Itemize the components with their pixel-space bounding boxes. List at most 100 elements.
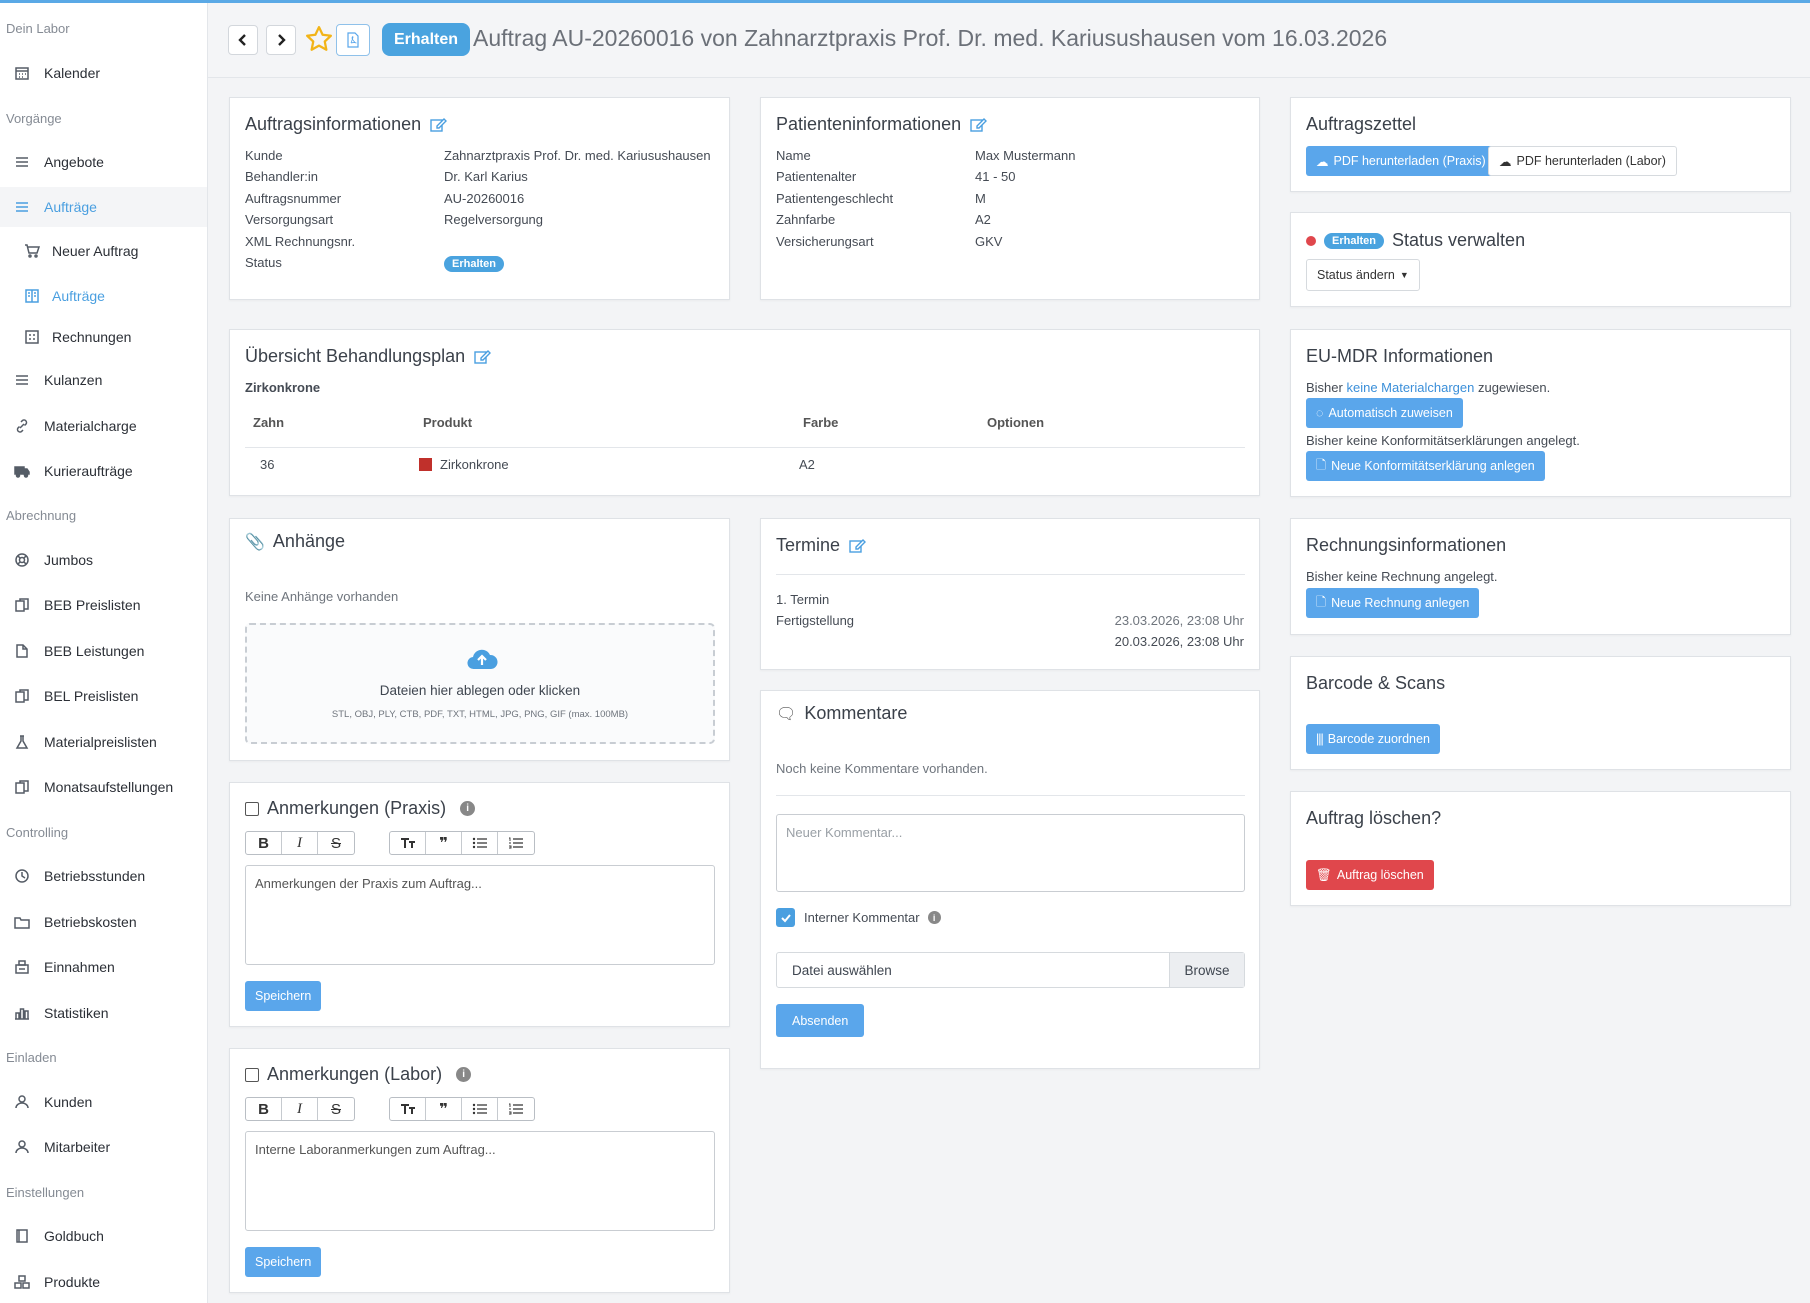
auto-assign-button[interactable]: ◌ Automatisch zuweisen [1306,398,1463,428]
new-rechnung-label: Neue Rechnung anlegen [1331,596,1470,610]
sidebar-item-auftraege[interactable]: Aufträge [0,187,207,227]
barcode-assign-button[interactable]: ||| Barcode zuordnen [1306,724,1440,754]
pdf-button[interactable] [336,24,370,56]
quote-button[interactable]: ❞ [426,1098,462,1120]
book-icon [22,286,42,306]
format-group: B I S [245,1097,355,1121]
sidebar-item-rechnungen[interactable]: Rechnungen [0,317,207,357]
absenden-button[interactable]: Absenden [776,1004,865,1037]
edit-icon[interactable] [969,116,988,134]
intern-checkbox[interactable] [776,908,795,927]
italic-button[interactable]: I [282,1098,318,1120]
bold-button[interactable]: B [246,1098,282,1120]
edit-icon[interactable] [429,116,448,134]
sidebar-item-einnahmen[interactable]: Einnahmen [0,947,207,987]
sidebar-item-materialcharge[interactable]: Materialcharge [0,406,207,446]
sidebar-item-produkte[interactable]: Produkte [0,1262,207,1302]
comment-icon: 🗨 [776,705,797,723]
strike-button[interactable]: S [318,1098,354,1120]
section-einstellungen: Einstellungen [6,1185,85,1200]
sidebar-item-label: Monatsaufstellungen [44,779,174,795]
sidebar-item-kulanzen[interactable]: Kulanzen [0,360,207,400]
sidebar-item-mitarbeiter[interactable]: Mitarbeiter [0,1127,207,1167]
sidebar-item-betriebsstunden[interactable]: Betriebsstunden [0,856,207,896]
next-button[interactable] [266,25,296,55]
anm-labor-input[interactable]: Interne Laboranmerkungen zum Auftrag... [245,1131,715,1231]
sidebar-item-materialpreislisten[interactable]: Materialpreislisten [0,722,207,762]
copy-icon [12,777,32,797]
edit-icon[interactable] [848,537,867,555]
info-icon[interactable]: i [460,801,476,816]
strike-button[interactable]: S [318,832,354,854]
sidebar-item-label: Kunden [44,1094,93,1110]
label-kunde: Kunde [245,148,283,163]
chevron-right-icon [278,34,286,46]
sidebar-item-angebote[interactable]: Angebote [0,142,207,182]
sidebar-item-monatsaufstellungen[interactable]: Monatsaufstellungen [0,767,207,807]
section-abrechnung: Abrechnung [6,508,77,523]
sidebar-item-kalender[interactable]: Kalender [0,53,207,93]
save-labor-button[interactable]: Speichern [245,1247,322,1277]
file-icon [12,641,32,661]
delete-auftrag-button[interactable]: 🗑 Auftrag löschen [1306,860,1434,890]
kommentar-input[interactable]: Neuer Kommentar... [776,814,1245,892]
sidebar-item-kurierauftraege[interactable]: Kurieraufträge [0,451,207,491]
sidebar-item-beb-leistungen[interactable]: BEB Leistungen [0,631,207,671]
sidebar-item-betriebskosten[interactable]: Betriebskosten [0,902,207,942]
col-optionen: Optionen [987,415,1045,430]
anm-praxis-input[interactable]: Anmerkungen der Praxis zum Auftrag... [245,865,715,965]
section-einladen: Einladen [6,1050,57,1065]
barcode-assign-label: Barcode zuordnen [1327,732,1430,746]
eumdr-konformitaet-text: Bisher keine Konformitätserklärungen ang… [1306,433,1580,448]
sidebar-item-label: Statistiken [44,1005,109,1021]
numbered-list-button[interactable] [498,1098,534,1120]
bold-button[interactable]: B [246,832,282,854]
sidebar-item-label: Einnahmen [44,959,115,975]
bullet-list-button[interactable] [462,832,498,854]
sidebar-item-statistiken[interactable]: Statistiken [0,993,207,1033]
pdf-labor-button[interactable]: ☁ PDF herunterladen (Labor) [1488,146,1677,176]
info-icon[interactable]: i [456,1067,472,1082]
file-picker[interactable]: Datei auswählen Browse [776,952,1245,988]
col-zahn: Zahn [253,415,285,430]
star-icon[interactable] [304,24,334,54]
sidebar-item-goldbuch[interactable]: Goldbuch [0,1216,207,1256]
cell-farbe: A2 [799,457,815,472]
italic-button[interactable]: I [282,832,318,854]
block-group: ❞ [389,831,535,855]
sidebar-item-bel-preislisten[interactable]: BEL Preislisten [0,676,207,716]
delete-auftrag-label: Auftrag löschen [1336,868,1424,882]
sidebar-item-beb-preislisten[interactable]: BEB Preislisten [0,585,207,625]
heading-button[interactable] [390,1098,426,1120]
value-zahnfarbe: A2 [975,212,991,227]
new-konformitaet-button[interactable]: 🗋 Neue Konformitätserklärung anlegen [1306,451,1545,481]
termin-date-1: 23.03.2026, 23:08 Uhr [1114,613,1244,628]
save-praxis-button[interactable]: Speichern [245,981,322,1011]
dropzone[interactable]: Dateien hier ablegen oder klicken STL, O… [245,623,715,744]
sidebar-item-kunden[interactable]: Kunden [0,1082,207,1122]
sidebar-item-auftraege-sub[interactable]: Aufträge [0,276,207,316]
materialchargen-link[interactable]: keine Materialchargen [1346,380,1474,395]
browse-button[interactable]: Browse [1169,953,1244,987]
edit-icon[interactable] [473,348,492,366]
value-name: Max Mustermann [975,148,1076,163]
info-icon[interactable]: i [927,911,941,924]
sidebar-item-neuer-auftrag[interactable]: Neuer Auftrag [0,231,207,271]
sidebar-item-jumbos[interactable]: Jumbos [0,540,207,580]
pdf-praxis-button[interactable]: ☁ PDF herunterladen (Praxis) [1306,146,1496,176]
heading-button[interactable] [390,832,426,854]
quote-button[interactable]: ❞ [426,832,462,854]
bullet-list-button[interactable] [462,1098,498,1120]
auftragszettel-title: Auftragszettel [1306,114,1417,134]
card-title: Anmerkungen (Praxis) i [245,798,476,819]
termin-label-1: 1. Termin [776,592,830,607]
barcode-icon: ||| [1316,732,1324,746]
sidebar-item-label: Kulanzen [44,372,103,388]
prev-button[interactable] [228,25,258,55]
cloud-download-icon: ☁ [1316,154,1329,169]
numbered-list-button[interactable] [498,832,534,854]
auto-assign-label: Automatisch zuweisen [1328,406,1453,420]
status-dropdown[interactable]: Status ändern ▼ [1306,259,1420,291]
anmerkungen-praxis-card: Anmerkungen (Praxis) i B I S ❞ Anmerkung… [229,782,730,1027]
new-rechnung-button[interactable]: 🗋 Neue Rechnung anlegen [1306,588,1480,618]
